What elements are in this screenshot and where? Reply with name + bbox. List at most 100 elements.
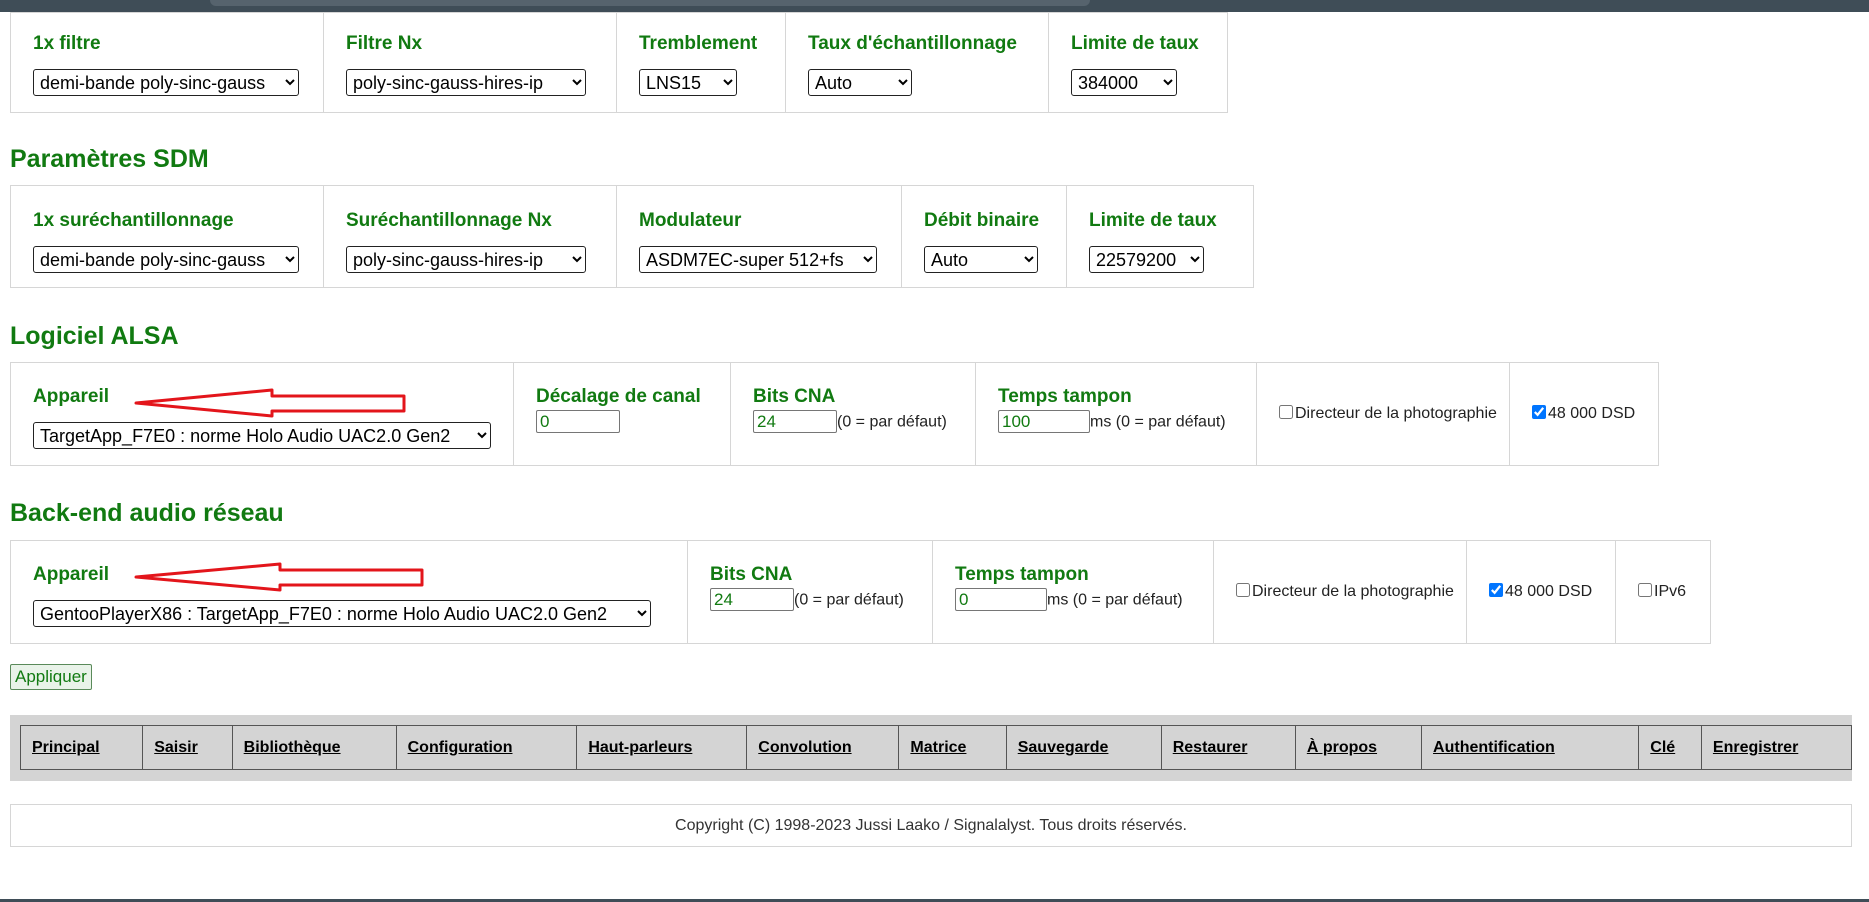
sdm-ratelimit-select[interactable]: 22579200 xyxy=(1089,246,1204,273)
network-buffer-time-input[interactable] xyxy=(955,588,1047,611)
dither-cell: Tremblement LNS15 xyxy=(616,12,786,113)
nav-item-restaurer: Restaurer xyxy=(1160,725,1296,770)
sdm-ratelimit-cell: Limite de taux 22579200 xyxy=(1066,185,1254,288)
network-dsd48k-checkbox[interactable] xyxy=(1489,583,1503,597)
browser-top-edge xyxy=(0,0,1869,12)
alsa-section-title: Logiciel ALSA xyxy=(10,322,179,350)
nav-item-principal: Principal xyxy=(19,725,144,770)
alsa-dop-checkbox[interactable] xyxy=(1279,405,1293,419)
nav-item-haut-parleurs: Haut-parleurs xyxy=(576,725,748,770)
samplerate-label: Taux d'échantillonnage xyxy=(808,33,1017,54)
filter1x-select[interactable]: demi-bande poly-sinc-gauss xyxy=(33,69,299,96)
nav-link-enregistrer[interactable]: Enregistrer xyxy=(1713,739,1798,756)
nav-table: Principal Saisir Bibliothèque Configurat… xyxy=(19,725,1853,770)
network-ipv6-option[interactable]: IPv6 xyxy=(1638,583,1686,600)
ratelimit-label: Limite de taux xyxy=(1071,33,1199,54)
network-dac-bits-label: Bits CNA xyxy=(710,564,793,585)
nav-link-a-propos[interactable]: À propos xyxy=(1307,739,1377,756)
modulator-label: Modulateur xyxy=(639,210,742,231)
network-buffer-time-label: Temps tampon xyxy=(955,564,1089,585)
bitrate-select[interactable]: Auto xyxy=(924,246,1038,273)
browser-address-bar-edge xyxy=(210,0,1090,6)
dither-label: Tremblement xyxy=(639,33,758,54)
nav-item-convolution: Convolution xyxy=(746,725,900,770)
network-dop-option[interactable]: Directeur de la photographie xyxy=(1236,583,1454,600)
network-dac-bits-input[interactable] xyxy=(710,588,794,611)
nav-link-configuration[interactable]: Configuration xyxy=(408,739,513,756)
bitrate-label: Débit binaire xyxy=(924,210,1040,231)
footer-copyright: Copyright (C) 1998-2023 Jussi Laako / Si… xyxy=(10,804,1852,847)
alsa-dop-option[interactable]: Directeur de la photographie xyxy=(1279,405,1497,422)
nav-item-enregistrer: Enregistrer xyxy=(1700,725,1853,770)
alsa-dsd48k-checkbox[interactable] xyxy=(1532,405,1546,419)
alsa-buffer-time-hint: ms (0 = par défaut) xyxy=(1090,413,1226,431)
samplerate-select[interactable]: Auto xyxy=(808,69,912,96)
resampling-settings-table: 1x filtre demi-bande poly-sinc-gauss Fil… xyxy=(10,12,1228,113)
channel-offset-cell: Décalage de canal xyxy=(513,362,731,466)
network-dsd48k-option[interactable]: 48 000 DSD xyxy=(1489,583,1592,600)
nav-link-convolution[interactable]: Convolution xyxy=(758,739,851,756)
alsa-dac-bits-hint: (0 = par défaut) xyxy=(837,413,947,431)
samplerate-cell: Taux d'échantillonnage Auto xyxy=(785,12,1049,113)
dither-select[interactable]: LNS15 xyxy=(639,69,737,96)
sdm-settings-table: 1x suréchantillonnage demi-bande poly-si… xyxy=(10,185,1254,288)
sdm-ratelimit-label: Limite de taux xyxy=(1089,210,1217,231)
oversampling1x-cell: 1x suréchantillonnage demi-bande poly-si… xyxy=(10,185,324,288)
oversampling1x-select[interactable]: demi-bande poly-sinc-gauss xyxy=(33,246,299,273)
network-device-select[interactable]: GentooPlayerX86 : TargetApp_F7E0 : norme… xyxy=(33,600,651,627)
oversamplingNx-label: Suréchantillonnage Nx xyxy=(346,210,552,231)
network-dop-cell: Directeur de la photographie xyxy=(1213,540,1467,644)
nav-item-matrice: Matrice xyxy=(898,725,1007,770)
nav-link-matrice[interactable]: Matrice xyxy=(910,739,966,756)
alsa-device-select[interactable]: TargetApp_F7E0 : norme Holo Audio UAC2.0… xyxy=(33,422,491,449)
network-section-title: Back-end audio réseau xyxy=(10,499,284,527)
network-buffer-time-cell: Temps tampon ms (0 = par défaut) xyxy=(932,540,1214,644)
network-ipv6-cell: IPv6 xyxy=(1615,540,1711,644)
nav-item-a-propos: À propos xyxy=(1294,725,1423,770)
network-dsd48k-label: 48 000 DSD xyxy=(1505,583,1593,600)
alsa-dsd48k-option[interactable]: 48 000 DSD xyxy=(1532,405,1635,422)
network-ipv6-label: IPv6 xyxy=(1654,583,1687,600)
network-dop-label: Directeur de la photographie xyxy=(1252,583,1454,600)
network-dsd48k-cell: 48 000 DSD xyxy=(1466,540,1616,644)
alsa-dsd48k-label: 48 000 DSD xyxy=(1548,405,1636,422)
nav-bar: Principal Saisir Bibliothèque Configurat… xyxy=(10,715,1853,781)
alsa-device-annotation-arrow xyxy=(134,388,406,418)
bitrate-cell: Débit binaire Auto xyxy=(901,185,1067,288)
nav-link-saisir[interactable]: Saisir xyxy=(154,739,198,756)
alsa-dac-bits-input[interactable] xyxy=(753,410,837,433)
alsa-dac-bits-label: Bits CNA xyxy=(753,386,836,407)
modulator-cell: Modulateur ASDM7EC-super 512+fs xyxy=(616,185,902,288)
ratelimit-select[interactable]: 384000 xyxy=(1071,69,1177,96)
nav-link-authentification[interactable]: Authentification xyxy=(1433,739,1555,756)
nav-link-bibliotheque[interactable]: Bibliothèque xyxy=(244,739,341,756)
alsa-buffer-time-input[interactable] xyxy=(998,410,1090,433)
nav-link-principal[interactable]: Principal xyxy=(32,739,100,756)
alsa-dop-label: Directeur de la photographie xyxy=(1295,405,1497,422)
channel-offset-label: Décalage de canal xyxy=(536,386,701,407)
oversamplingNx-cell: Suréchantillonnage Nx poly-sinc-gauss-hi… xyxy=(323,185,617,288)
alsa-buffer-time-label: Temps tampon xyxy=(998,386,1132,407)
apply-button[interactable]: Appliquer xyxy=(10,664,92,690)
alsa-dsd48k-cell: 48 000 DSD xyxy=(1509,362,1659,466)
network-dop-checkbox[interactable] xyxy=(1236,583,1250,597)
filterNx-cell: Filtre Nx poly-sinc-gauss-hires-ip xyxy=(323,12,617,113)
nav-link-haut-parleurs[interactable]: Haut-parleurs xyxy=(588,739,692,756)
oversampling1x-label: 1x suréchantillonnage xyxy=(33,210,234,231)
ratelimit-cell: Limite de taux 384000 xyxy=(1048,12,1228,113)
alsa-dac-bits-cell: Bits CNA (0 = par défaut) xyxy=(730,362,976,466)
nav-item-bibliotheque: Bibliothèque xyxy=(231,725,397,770)
oversamplingNx-select[interactable]: poly-sinc-gauss-hires-ip xyxy=(346,246,586,273)
nav-link-restaurer[interactable]: Restaurer xyxy=(1173,739,1248,756)
nav-item-sauvegarde: Sauvegarde xyxy=(1005,725,1162,770)
nav-item-cle: Clé xyxy=(1638,725,1702,770)
network-dac-bits-hint: (0 = par défaut) xyxy=(794,591,904,609)
network-ipv6-checkbox[interactable] xyxy=(1638,583,1652,597)
channel-offset-input[interactable] xyxy=(536,410,620,433)
nav-link-cle[interactable]: Clé xyxy=(1650,739,1675,756)
modulator-select[interactable]: ASDM7EC-super 512+fs xyxy=(639,246,877,273)
filterNx-select[interactable]: poly-sinc-gauss-hires-ip xyxy=(346,69,586,96)
network-buffer-time-hint: ms (0 = par défaut) xyxy=(1047,591,1183,609)
nav-link-sauvegarde[interactable]: Sauvegarde xyxy=(1018,739,1109,756)
nav-item-saisir: Saisir xyxy=(142,725,233,770)
